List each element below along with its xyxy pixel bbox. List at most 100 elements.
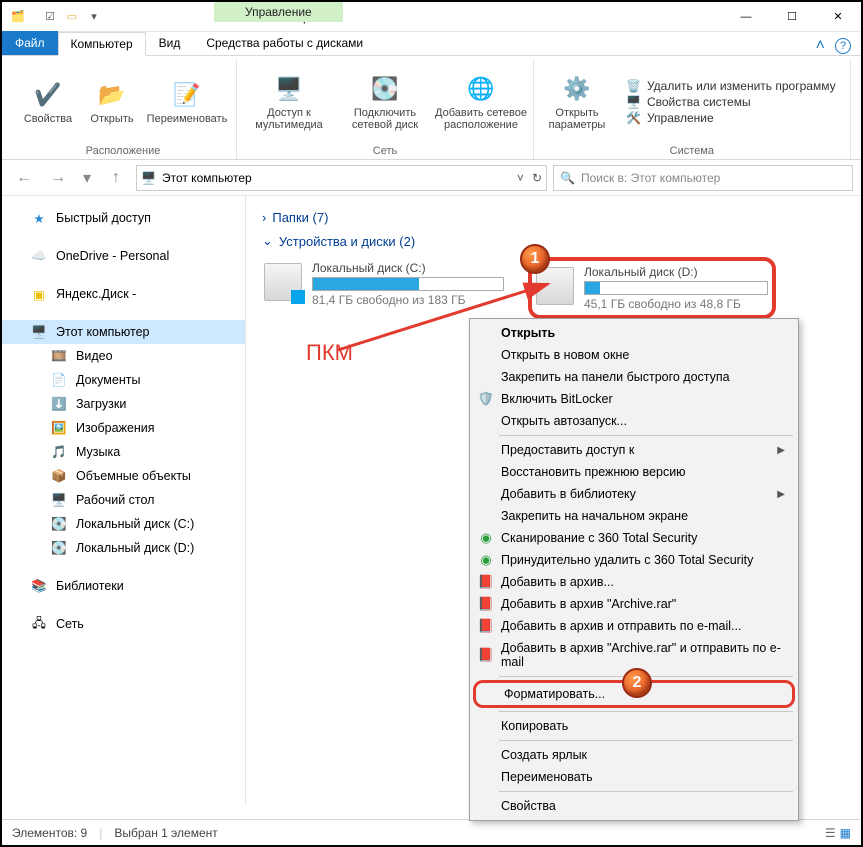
ctx-pin-start[interactable]: Закрепить на начальном экране [473,505,795,527]
monitor-icon: 🖥️ [30,323,48,341]
ctx-restore-previous[interactable]: Восстановить прежнюю версию [473,461,795,483]
tab-view[interactable]: Вид [146,31,194,55]
folders-group-header[interactable]: ›Папки (7) [262,210,847,225]
address-bar-row: ← → ▾ ↑ 🖥️ Этот компьютер ˅ ↻ 🔍 Поиск в:… [2,160,861,196]
explorer-icon: 🗂️ [8,7,28,27]
music-icon: 🎵 [50,443,68,461]
nav-downloads[interactable]: ⬇️Загрузки [2,392,245,416]
ribbon-add-network[interactable]: 🌐Добавить сетевое расположение [435,73,527,131]
nav-network[interactable]: 🖧Сеть [2,612,245,636]
ribbon-properties[interactable]: ✔️Свойства [16,79,80,125]
uninstall-icon: 🗑️ [626,79,641,93]
ribbon-system-properties[interactable]: 🖥️Свойства системы [626,95,836,109]
ctx-open[interactable]: Открыть [473,322,795,344]
ribbon-uninstall[interactable]: 🗑️Удалить или изменить программу [626,79,836,93]
nav-this-pc[interactable]: 🖥️Этот компьютер [2,320,245,344]
qat-properties-icon[interactable]: ☑ [40,7,60,27]
help-icon[interactable]: ? [835,38,851,54]
ctx-autoplay[interactable]: Открыть автозапуск... [473,410,795,432]
download-icon: ⬇️ [50,395,68,413]
drive-d[interactable]: Локальный диск (D:) 45,1 ГБ свободно из … [528,257,776,319]
drive-c-icon [264,263,302,301]
video-icon: 🎞️ [50,347,68,365]
tab-drive-tools[interactable]: Средства работы с дисками [193,32,376,55]
network-location-icon: 🌐 [465,73,497,105]
desktop-icon: 🖥️ [50,491,68,509]
ctx-add-archive-rar[interactable]: 📕Добавить в архив "Archive.rar" [473,593,795,615]
nav-yandex-disk[interactable]: ▣Яндекс.Диск - [2,282,245,306]
annotation-marker-2: 2 [622,668,652,698]
tab-computer[interactable]: Компьютер [58,32,146,56]
ctx-copy[interactable]: Копировать [473,715,795,737]
ctx-rename[interactable]: Переименовать [473,766,795,788]
manage-icon: 🛠️ [626,111,641,125]
nav-3d-objects[interactable]: 📦Объемные объекты [2,464,245,488]
search-input[interactable]: 🔍 Поиск в: Этот компьютер [553,165,853,191]
maximize-button[interactable]: ☐ [769,2,815,32]
nav-music[interactable]: 🎵Музыка [2,440,245,464]
ctx-add-library[interactable]: Добавить в библиотеку▶ [473,483,795,505]
nav-libraries[interactable]: 📚Библиотеки [2,574,245,598]
ribbon-expand-icon[interactable]: ˄ [816,37,825,55]
ribbon-map-drive[interactable]: 💽Подключить сетевой диск [339,73,431,131]
ctx-open-new-window[interactable]: Открыть в новом окне [473,344,795,366]
nav-videos[interactable]: 🎞️Видео [2,344,245,368]
archive-icon: 📕 [478,618,494,634]
nav-back-button[interactable]: ← [10,164,38,192]
rename-icon: 📝 [171,79,203,111]
ribbon-group-location: Расположение [86,143,161,159]
search-icon: 🔍 [560,171,575,185]
ctx-force-delete-360[interactable]: ◉Принудительно удалить с 360 Total Secur… [473,549,795,571]
nav-onedrive[interactable]: ☁️OneDrive - Personal [2,244,245,268]
drive-c-name: Локальный диск (C:) [312,261,504,275]
refresh-icon[interactable]: ↻ [532,171,542,185]
ctx-bitlocker[interactable]: 🛡️Включить BitLocker [473,388,795,410]
qat-newfolder-icon[interactable]: ▭ [62,7,82,27]
annotation-rmb-label: ПКМ [306,340,353,366]
ribbon-open-settings[interactable]: ⚙️Открыть параметры [540,73,614,131]
nav-history-button[interactable]: ▾ [78,164,96,192]
chevron-right-icon: › [262,210,266,225]
ribbon-open[interactable]: 📂Открыть [84,79,140,125]
computer-icon: 🖥️ [626,95,641,109]
chevron-right-icon: ▶ [777,489,785,500]
media-icon: 🖥️ [273,73,305,105]
ribbon-tabs: Файл Компьютер Вид Средства работы с дис… [2,32,861,56]
ctx-create-shortcut[interactable]: Создать ярлык [473,744,795,766]
ctx-share-access[interactable]: Предоставить доступ к▶ [473,439,795,461]
ctx-pin-quick-access[interactable]: Закрепить на панели быстрого доступа [473,366,795,388]
quick-access-toolbar: 🗂️ ☑ ▭ ▾ [2,7,110,27]
drive-c-free: 81,4 ГБ свободно из 183 ГБ [312,293,504,307]
ribbon-manage[interactable]: 🛠️Управление [626,111,836,125]
view-tiles-icon[interactable]: ▦ [840,826,851,840]
nav-pictures[interactable]: 🖼️Изображения [2,416,245,440]
ribbon-media-access[interactable]: 🖥️Доступ к мультимедиа [243,73,335,131]
nav-disk-c[interactable]: 💽Локальный диск (C:) [2,512,245,536]
address-dropdown-icon[interactable]: ˅ [517,171,524,185]
ctx-properties[interactable]: Свойства [473,795,795,817]
tab-file[interactable]: Файл [2,31,58,55]
ribbon-rename[interactable]: 📝Переименовать [144,79,230,125]
contextual-tab-header: Управление [214,2,343,22]
nav-up-button[interactable]: ↑ [102,164,130,192]
ctx-archive-email[interactable]: 📕Добавить в архив и отправить по e-mail.… [473,615,795,637]
ctx-scan-360[interactable]: ◉Сканирование с 360 Total Security [473,527,795,549]
view-details-icon[interactable]: ☰ [825,826,836,840]
qat-dropdown-icon[interactable]: ▾ [84,7,104,27]
ctx-add-archive[interactable]: 📕Добавить в архив... [473,571,795,593]
address-bar[interactable]: 🖥️ Этот компьютер ˅ ↻ [136,165,547,191]
antivirus-icon: ◉ [478,552,494,568]
address-path: Этот компьютер [162,171,252,185]
annotation-marker-1: 1 [520,244,550,274]
nav-desktop[interactable]: 🖥️Рабочий стол [2,488,245,512]
close-button[interactable]: ✕ [815,2,861,32]
nav-forward-button[interactable]: → [44,164,72,192]
document-icon: 📄 [50,371,68,389]
drive-c[interactable]: Локальный диск (C:) 81,4 ГБ свободно из … [260,257,508,319]
drives-group-header[interactable]: ⌄Устройства и диски (2) [262,233,847,249]
minimize-button[interactable]: — [723,2,769,32]
nav-quick-access[interactable]: ★Быстрый доступ [2,206,245,230]
nav-disk-d[interactable]: 💽Локальный диск (D:) [2,536,245,560]
cube-icon: 📦 [50,467,68,485]
nav-documents[interactable]: 📄Документы [2,368,245,392]
